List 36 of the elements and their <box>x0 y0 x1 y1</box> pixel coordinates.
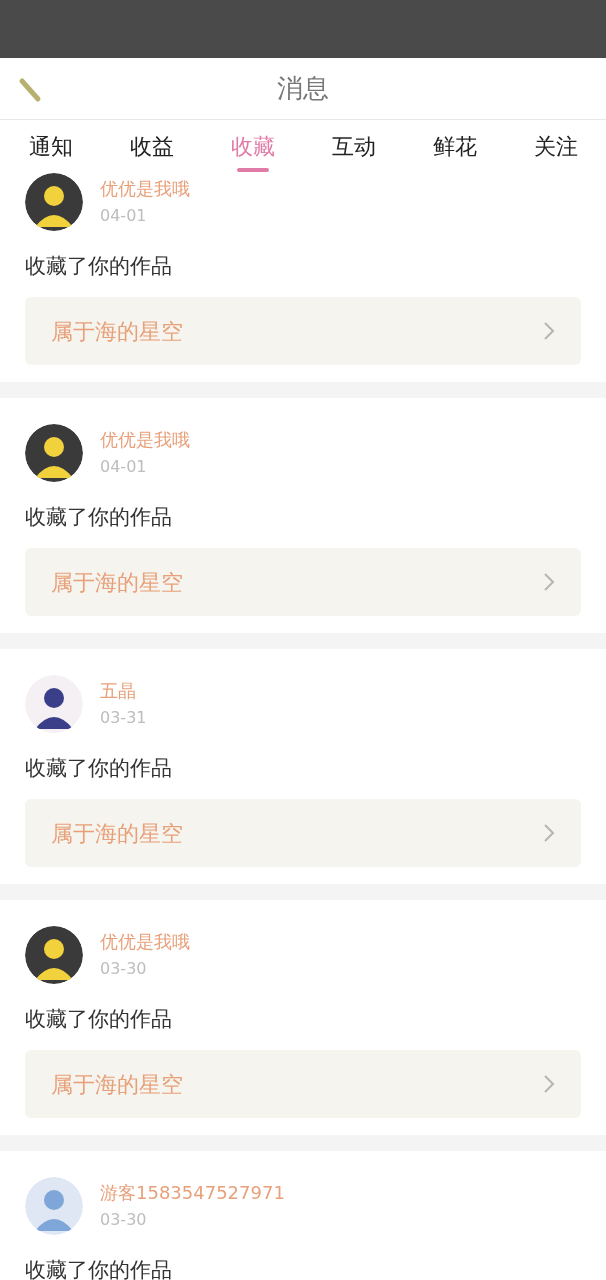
tab[interactable]: 收藏 <box>202 120 303 172</box>
message-date: 04-01 <box>100 456 148 478</box>
message-text: 收藏了你的作品 <box>25 755 173 782</box>
chevron-right-icon <box>543 572 555 592</box>
user-name[interactable]: 优优是我哦 <box>100 930 190 954</box>
message-date: 03-31 <box>100 707 147 729</box>
tab[interactable]: 收益 <box>101 120 202 172</box>
tab[interactable]: 关注 <box>505 120 606 172</box>
work-link[interactable]: 属于海的星空 <box>25 297 581 365</box>
user-name[interactable]: 游客1583547527971 <box>100 1181 285 1205</box>
avatar[interactable] <box>25 675 83 733</box>
page-title: 消息 <box>277 72 329 105</box>
message-date: 03-30 <box>100 1209 148 1231</box>
message-text: 收藏了你的作品 <box>25 1257 173 1280</box>
back-icon <box>18 77 42 103</box>
tab[interactable]: 互动 <box>303 120 404 172</box>
chevron-right-icon <box>543 1074 555 1094</box>
tab[interactable]: 通知 <box>0 120 101 172</box>
tab-underline <box>236 168 269 172</box>
message-date: 04-01 <box>100 205 148 227</box>
message-text: 收藏了你的作品 <box>25 1006 173 1033</box>
user-name[interactable]: 优优是我哦 <box>100 428 190 452</box>
user-name[interactable]: 五晶 <box>100 679 147 703</box>
work-link[interactable]: 属于海的星空 <box>25 1050 581 1118</box>
work-link[interactable]: 属于海的星空 <box>25 548 581 616</box>
user-name[interactable]: 优优是我哦 <box>100 177 190 201</box>
avatar[interactable] <box>25 926 83 984</box>
chevron-right-icon <box>543 321 555 341</box>
tab[interactable]: 鲜花 <box>404 120 505 172</box>
work-link[interactable]: 属于海的星空 <box>25 799 581 867</box>
message-text: 收藏了你的作品 <box>25 504 173 531</box>
message-text: 收藏了你的作品 <box>25 253 173 280</box>
chevron-right-icon <box>543 823 555 843</box>
message-date: 03-30 <box>100 958 148 980</box>
avatar[interactable] <box>25 424 83 482</box>
avatar[interactable] <box>25 173 83 231</box>
